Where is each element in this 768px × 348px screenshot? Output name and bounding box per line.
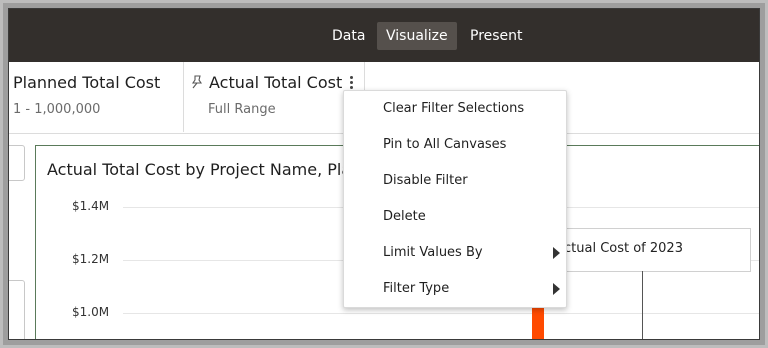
kebab-icon[interactable] — [348, 75, 354, 91]
menu-item-clear-filter-selections[interactable]: Clear Filter Selections — [344, 91, 566, 127]
app-window: Data Visualize Present Planned Total Cos… — [8, 8, 760, 340]
annotation-connector — [642, 271, 643, 339]
menu-item-delete[interactable]: Delete — [344, 199, 566, 235]
submenu-arrow-icon — [553, 283, 560, 295]
annotation-box[interactable]: ctual Cost of 2023 — [563, 228, 751, 272]
mode-tab-visualize[interactable]: Visualize — [377, 22, 457, 50]
menu-item-filter-type[interactable]: Filter Type — [344, 271, 566, 307]
menu-item-limit-values-by[interactable]: Limit Values By — [344, 235, 566, 271]
annotation-text: ctual Cost of 2023 — [564, 241, 683, 256]
menu-item-label: Pin to All Canvases — [383, 137, 507, 152]
filter-context-menu: Clear Filter Selections Pin to All Canva… — [343, 90, 567, 308]
filter-planned-total-cost[interactable]: Planned Total Cost 1 - 1,000,000 — [9, 62, 181, 132]
pin-icon[interactable] — [190, 75, 204, 89]
y-tick-label: $1.4M — [72, 199, 110, 213]
menu-item-label: Delete — [383, 209, 426, 224]
filter-value: Full Range — [208, 102, 276, 117]
filter-title: Planned Total Cost — [13, 73, 161, 92]
filter-value: 1 - 1,000,000 — [13, 102, 101, 117]
side-panel-handle[interactable] — [9, 280, 25, 339]
filter-title: Actual Total Cost — [209, 73, 343, 92]
side-panel-toggle[interactable] — [9, 145, 25, 181]
menu-item-label: Limit Values By — [383, 245, 483, 260]
y-tick-label: $1.2M — [72, 252, 110, 266]
menu-item-label: Disable Filter — [383, 173, 468, 188]
top-toolbar: Data Visualize Present — [9, 9, 759, 62]
menu-item-disable-filter[interactable]: Disable Filter — [344, 163, 566, 199]
menu-item-pin-to-all-canvases[interactable]: Pin to All Canvases — [344, 127, 566, 163]
viz-title: Actual Total Cost by Project Name, Pla — [47, 160, 352, 179]
filter-actual-total-cost[interactable]: Actual Total Cost Full Range — [183, 62, 365, 132]
menu-item-label: Filter Type — [383, 281, 450, 296]
y-tick-label: $1.0M — [72, 305, 110, 319]
mode-tab-present[interactable]: Present — [461, 22, 532, 50]
gridline — [123, 313, 759, 314]
menu-item-label: Clear Filter Selections — [383, 101, 525, 116]
submenu-arrow-icon — [553, 247, 560, 259]
mode-tab-data[interactable]: Data — [323, 22, 374, 50]
chart-bar[interactable] — [532, 304, 544, 339]
